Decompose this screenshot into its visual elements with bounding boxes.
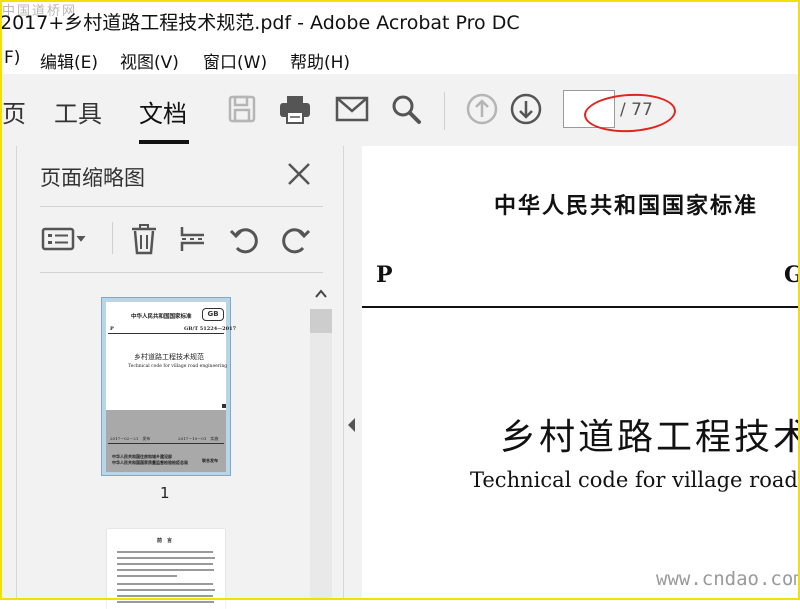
- thumb-code-left: P: [110, 326, 114, 332]
- thumb2-text-line: [117, 589, 215, 591]
- thumb2-text-line: [117, 575, 177, 577]
- thumb-publisher: 中华人民共和国住房和城乡建设部 中华人民共和国国家质量监督检验检疫总局: [112, 454, 188, 465]
- thumb2-text-line: [117, 583, 213, 585]
- thumb-rule: [108, 443, 224, 444]
- scroll-up-icon[interactable]: [313, 286, 329, 302]
- delete-page-icon[interactable]: [127, 222, 161, 256]
- rotate-right-icon[interactable]: [279, 222, 313, 256]
- thumb2-text-line: [117, 569, 214, 571]
- tab-home[interactable]: 页: [2, 94, 26, 129]
- thumb2-text-line: [117, 557, 215, 559]
- menu-edit[interactable]: 编辑(E): [40, 48, 98, 73]
- watermark-bottom: www.cndao.com: [656, 568, 800, 590]
- doc-subtitle: Technical code for village road e: [470, 468, 800, 492]
- email-icon[interactable]: [333, 90, 371, 128]
- menu-help[interactable]: 帮助(H): [290, 48, 350, 73]
- thumb-date-left: 2017－02－21 发布: [110, 436, 151, 441]
- print-icon[interactable]: [276, 90, 314, 128]
- thumb2-heading: 前 言: [157, 538, 173, 544]
- menu-bar: F) 编辑(E) 视图(V) 窗口(W) 帮助(H): [0, 42, 800, 74]
- page-thumbnails-panel: 页面缩略图 中华人民共和国国家标准 GB P GB/T 51224—2017 乡…: [17, 146, 343, 609]
- doc-header-rule: [362, 306, 800, 308]
- thumb-publisher-suffix: 联合发布: [202, 458, 218, 463]
- thumb2-text-line: [117, 551, 213, 553]
- thumb-code-right: GB/T 51224—2017: [184, 326, 237, 332]
- doc-code-right: G: [784, 262, 800, 288]
- scrollbar-thumb[interactable]: [310, 309, 332, 333]
- search-icon[interactable]: [387, 90, 425, 128]
- rotate-left-icon[interactable]: [227, 222, 261, 256]
- collapse-arrow-icon[interactable]: [348, 418, 355, 432]
- next-page-icon[interactable]: [507, 90, 545, 128]
- thumbnail-page-number: 1: [160, 484, 170, 502]
- thumbnail-page-preview: 中华人民共和国国家标准 GB P GB/T 51224—2017 乡村道路工程技…: [106, 302, 236, 472]
- thumb2-text-line: [117, 601, 214, 603]
- panel-collapse-strip[interactable]: [343, 146, 362, 600]
- thumb-subtitle: Technical code for village road engineer…: [128, 364, 228, 369]
- active-tab-indicator: [139, 140, 189, 144]
- thumb-rule: [108, 333, 224, 334]
- scrollbar-track[interactable]: [310, 333, 332, 600]
- gb-logo: GB: [202, 308, 224, 321]
- navigation-strip: [0, 146, 17, 600]
- tab-document[interactable]: 文档: [139, 94, 187, 129]
- close-icon[interactable]: [285, 160, 313, 188]
- toolbar-separator: [444, 92, 445, 130]
- thumb-selection-handle: [222, 404, 226, 408]
- thumb2-text-line: [117, 563, 213, 565]
- panel-pointer: [6, 170, 16, 190]
- previous-page-icon[interactable]: [463, 90, 501, 128]
- doc-code-left: P: [376, 262, 393, 288]
- doc-header: 中华人民共和国国家标准: [494, 194, 759, 219]
- thumb-header: 中华人民共和国国家标准: [131, 314, 192, 320]
- title-bar: 中国道桥网 2017+乡村道路工程技术规范.pdf - Adobe Acroba…: [0, 0, 800, 40]
- save-icon[interactable]: [223, 90, 261, 128]
- thumbnail-options-icon[interactable]: [41, 222, 87, 256]
- menu-window[interactable]: 窗口(W): [203, 48, 267, 73]
- window-title: 2017+乡村道路工程技术规范.pdf - Adobe Acrobat Pro …: [0, 12, 520, 34]
- document-viewer[interactable]: 中华人民共和国国家标准 P G 乡村道路工程技术 Technical code …: [362, 146, 800, 600]
- main-toolbar: 页 工具 文档 / 77: [0, 74, 800, 147]
- page-thumbnail-1[interactable]: 中华人民共和国国家标准 GB P GB/T 51224—2017 乡村道路工程技…: [101, 297, 236, 476]
- panel-divider: [40, 272, 323, 273]
- thumb2-text-line: [117, 595, 213, 597]
- doc-title: 乡村道路工程技术: [500, 417, 800, 458]
- thumb-date-right: 2017－10－01 实施: [178, 436, 219, 441]
- panel-toolbar-separator: [112, 222, 113, 254]
- extract-page-icon[interactable]: [177, 222, 211, 256]
- panel-divider: [40, 206, 323, 207]
- panel-title: 页面缩略图: [40, 166, 145, 190]
- thumbnail-selection-overlay: 2017－02－21 发布 2017－10－01 实施 中华人民共和国住房和城乡…: [106, 410, 226, 472]
- tab-tools[interactable]: 工具: [54, 94, 102, 129]
- menu-file[interactable]: F): [4, 48, 20, 68]
- thumb-title: 乡村道路工程技术规范: [134, 353, 204, 361]
- page-thumbnail-2[interactable]: 前 言: [107, 529, 225, 609]
- menu-view[interactable]: 视图(V): [120, 48, 179, 73]
